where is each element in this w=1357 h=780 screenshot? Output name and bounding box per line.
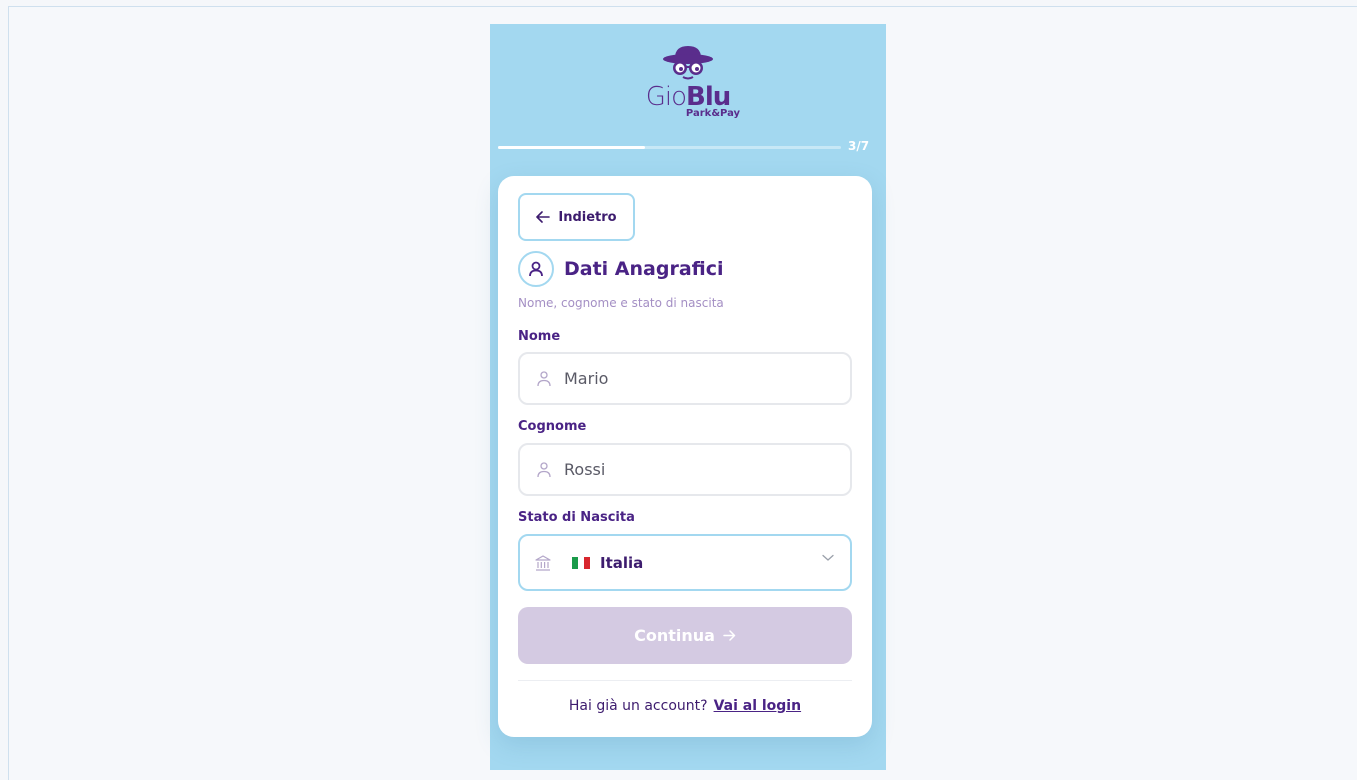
- login-prompt-text: Hai già un account?: [568, 698, 708, 714]
- stato-label: Stato di Nascita: [518, 510, 635, 525]
- phone-screen: GioBlu Park&Pay 3/7 Indietro Dati Anagra…: [490, 24, 886, 770]
- user-icon: [537, 370, 551, 386]
- cognome-label: Cognome: [518, 419, 587, 434]
- stato-select[interactable]: Italia: [518, 534, 852, 591]
- login-prompt: Hai già un account? Vai al login: [498, 698, 872, 714]
- section-header: Dati Anagrafici: [518, 251, 724, 287]
- brand-name-light: Gio: [645, 82, 687, 112]
- arrow-right-icon: [723, 630, 736, 641]
- logo: GioBlu Park&Pay: [490, 42, 886, 119]
- section-subtitle: Nome, cognome e stato di nascita: [518, 296, 724, 310]
- continue-button-label: Continua: [634, 626, 715, 645]
- brand-name: GioBlu: [490, 84, 886, 110]
- back-button[interactable]: Indietro: [518, 193, 635, 241]
- section-title: Dati Anagrafici: [564, 258, 724, 280]
- bank-icon: [535, 554, 551, 571]
- stato-value: Italia: [600, 553, 644, 572]
- brand-tagline: Park&Pay: [685, 108, 741, 119]
- divider: [518, 680, 852, 681]
- cognome-input[interactable]: [564, 460, 834, 479]
- registration-card: Indietro Dati Anagrafici Nome, cognome e…: [498, 176, 872, 737]
- continue-button[interactable]: Continua: [518, 607, 852, 664]
- login-link[interactable]: Vai al login: [714, 698, 802, 714]
- mascot-logo-icon: [663, 46, 713, 80]
- user-icon: [518, 251, 554, 287]
- progress-fill: [498, 146, 646, 149]
- nome-input[interactable]: [564, 369, 834, 388]
- back-button-label: Indietro: [558, 209, 617, 225]
- cognome-field[interactable]: [518, 443, 852, 496]
- italy-flag-icon: [572, 556, 590, 569]
- nome-label: Nome: [518, 329, 561, 344]
- arrow-left-icon: [536, 211, 551, 223]
- nome-field[interactable]: [518, 352, 852, 405]
- progress-step-label: 3/7: [848, 139, 870, 153]
- chevron-down-icon: [822, 554, 834, 561]
- progress-bar: [498, 146, 841, 149]
- user-icon: [537, 461, 551, 477]
